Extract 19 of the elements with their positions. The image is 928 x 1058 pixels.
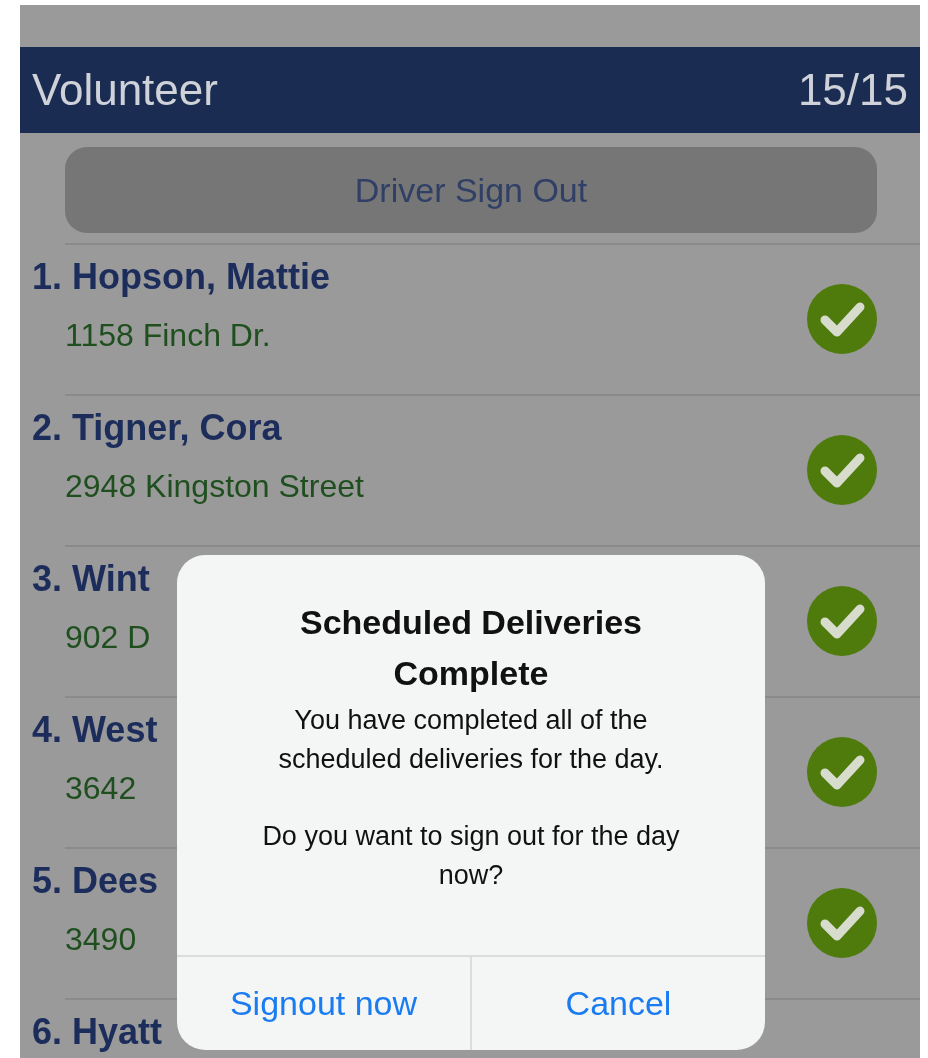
recipient-name: 4. West xyxy=(32,710,158,750)
header-title: Volunteer xyxy=(32,64,218,116)
recipient-name: 1. Hopson, Mattie xyxy=(32,257,331,297)
recipient-address: 3642 xyxy=(65,768,137,808)
alert-button[interactable]: Cancel xyxy=(470,957,765,1050)
alert-question: Do you want to sign out for the day now? xyxy=(261,820,681,893)
alert-button[interactable]: Signout now xyxy=(177,957,470,1050)
recipient-address: 3490 xyxy=(65,919,137,959)
alert-title: Scheduled Deliveries Complete xyxy=(298,602,643,694)
recipient-address: 2948 Kingston Street xyxy=(65,466,364,506)
recipient-name: 3. Wint xyxy=(32,559,150,599)
recipient-name: 2. Tigner, Cora xyxy=(32,408,282,448)
recipient-address: 1158 Finch Dr. xyxy=(65,315,271,355)
recipient-name: 6. Hyatt xyxy=(32,1012,163,1052)
alert-message: You have completed all of the scheduled deliveries for the day. xyxy=(277,704,665,777)
recipient-address: 902 D xyxy=(65,617,151,657)
delivery-count: 15/15 xyxy=(797,64,908,116)
recipient-name: 5. Dees xyxy=(32,861,159,901)
driver-sign-out-button[interactable]: Driver Sign Out xyxy=(65,147,877,233)
